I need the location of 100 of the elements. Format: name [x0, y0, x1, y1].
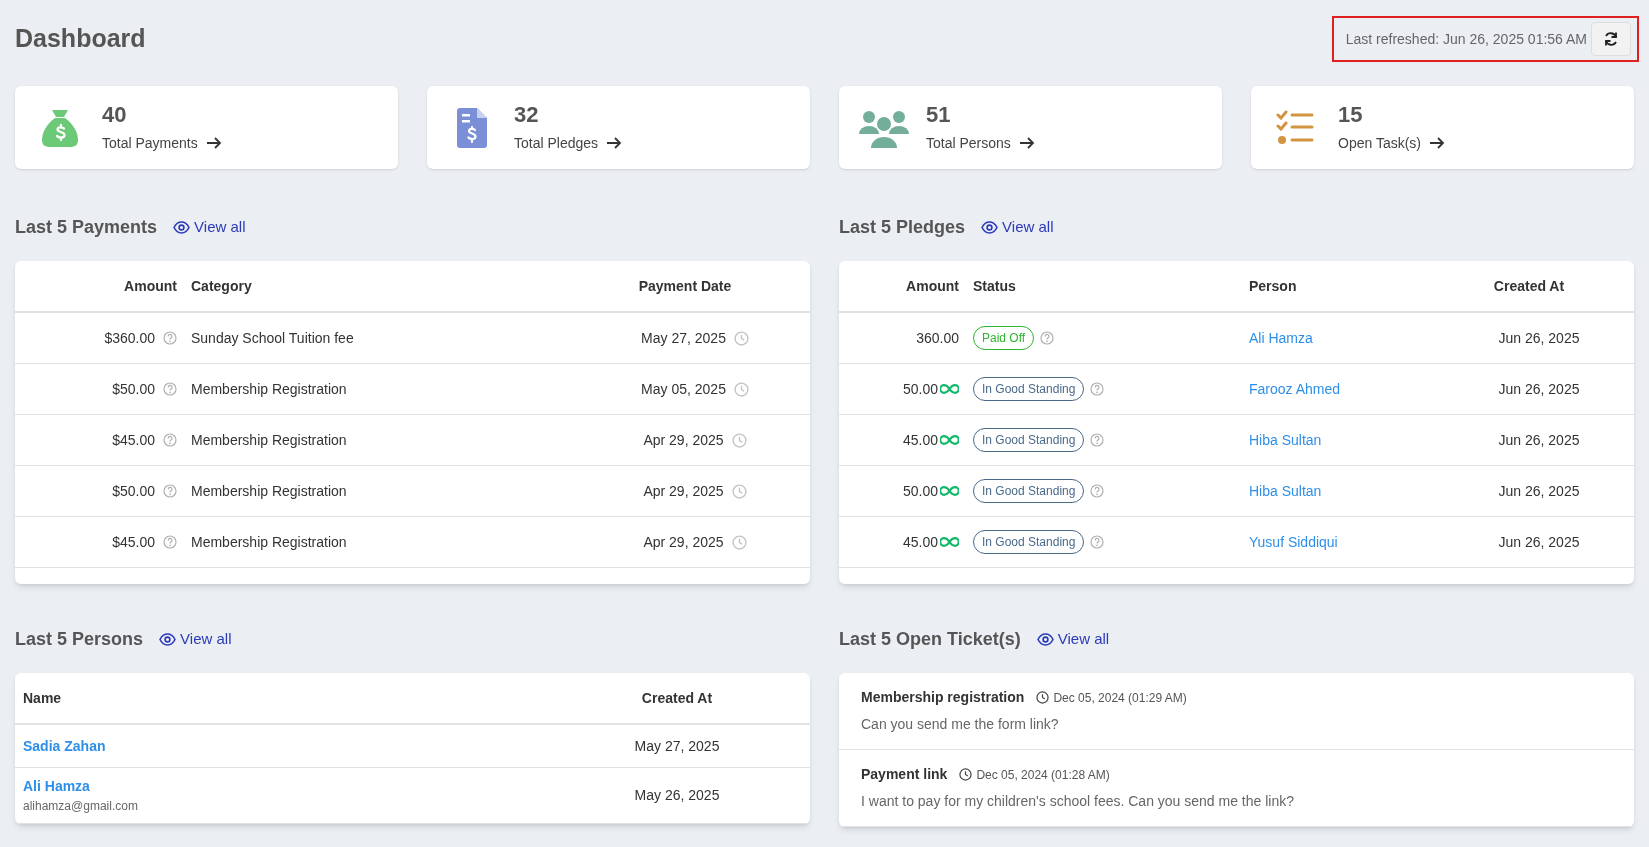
- refresh-button[interactable]: [1591, 22, 1631, 56]
- email-text: alihamza@gmail.com: [23, 798, 139, 815]
- help-icon: [163, 535, 177, 549]
- date-cell-text: Apr 29, 2025: [643, 481, 724, 501]
- arrow-right-icon: [205, 136, 222, 151]
- person-link[interactable]: Hiba Sultan: [1249, 480, 1322, 502]
- stat-card[interactable]: 32 Total Pledges: [427, 86, 810, 169]
- amount-cell-text: $50.00: [112, 379, 155, 399]
- section-title: Last 5 Pledges: [839, 215, 966, 239]
- ticket-time: Dec 05, 2024 (01:28 AM): [976, 766, 1110, 784]
- amount-cell-text: 50.00: [902, 379, 938, 399]
- stat-count: 40: [102, 101, 128, 129]
- stat-label: Total Pledges: [514, 133, 599, 153]
- infinity-icon: [940, 486, 959, 496]
- date-cell-text: Apr 29, 2025: [643, 532, 724, 552]
- ticket-message: I want to pay for my children's school fees. Can you send me the link?: [861, 792, 1295, 811]
- category-cell-text: Membership Registration: [191, 430, 348, 450]
- column-header: Category: [191, 276, 253, 296]
- category-cell-text: Membership Registration: [191, 379, 348, 399]
- amount-cell-text: 45.00: [902, 430, 938, 450]
- help-icon: [1090, 484, 1105, 498]
- column-header: Person: [1249, 276, 1298, 296]
- view-all-link[interactable]: View all: [173, 215, 246, 239]
- created-cell-text: Jun 26, 2025: [1497, 481, 1581, 501]
- stat-card[interactable]: 15 Open Task(s): [1251, 86, 1634, 169]
- column-header: Created At: [640, 688, 714, 708]
- created-cell-text: May 27, 2025: [633, 736, 721, 756]
- column-header: Amount: [123, 276, 178, 296]
- amount-cell-text: 360.00: [916, 328, 959, 348]
- person-link[interactable]: Hiba Sultan: [1249, 429, 1322, 451]
- view-all-link[interactable]: View all: [159, 627, 232, 651]
- ticket-message: Can you send me the form link?: [861, 715, 1060, 734]
- help-icon: [1040, 331, 1055, 345]
- stat-count: 32: [514, 101, 540, 129]
- clock-icon: [733, 381, 749, 397]
- help-icon: [163, 331, 177, 345]
- column-header: Amount: [905, 276, 960, 296]
- help-icon: [163, 433, 177, 447]
- eye-icon: [159, 632, 177, 646]
- section-title: Last 5 Persons: [15, 627, 144, 651]
- eye-icon: [981, 220, 999, 234]
- eye-icon: [173, 220, 191, 234]
- amount-cell-text: $50.00: [112, 481, 155, 501]
- date-cell-text: May 27, 2025: [641, 328, 726, 348]
- amount-cell-text: $360.00: [104, 328, 155, 348]
- help-icon: [1090, 535, 1105, 549]
- infinity-icon: [940, 537, 959, 547]
- stat-label: Total Persons: [926, 133, 1011, 153]
- created-cell-text: Jun 26, 2025: [1497, 379, 1581, 399]
- task-list-icon: [1276, 109, 1316, 146]
- column-header: Created At: [1492, 276, 1566, 296]
- invoice-document-icon: [457, 107, 487, 148]
- category-cell-text: Sunday School Tuition fee: [191, 328, 355, 348]
- stat-label: Open Task(s): [1338, 133, 1421, 153]
- last-refreshed-text: Last refreshed: Jun 26, 2025 01:56 AM: [1345, 29, 1587, 49]
- ticket-time: Dec 05, 2024 (01:29 AM): [1053, 689, 1187, 707]
- amount-cell-text: $45.00: [112, 532, 155, 552]
- category-cell-text: Membership Registration: [191, 481, 348, 501]
- date-cell-text: May 05, 2025: [641, 379, 726, 399]
- ticket-subject: Membership registration: [861, 688, 1025, 707]
- column-header: Name: [23, 688, 63, 708]
- arrow-right-icon: [1429, 136, 1445, 151]
- clock-icon: [731, 534, 747, 550]
- column-header: Payment Date: [637, 276, 733, 296]
- section-title: Last 5 Payments: [15, 215, 158, 239]
- infinity-icon: [940, 384, 959, 394]
- stat-label: Total Payments: [102, 133, 198, 153]
- clock-icon: [733, 330, 749, 346]
- person-link[interactable]: Farooz Ahmed: [1249, 378, 1341, 400]
- ticket-subject: Payment link: [861, 765, 948, 784]
- arrow-right-icon: [606, 136, 623, 151]
- infinity-icon: [940, 435, 959, 445]
- column-header: Status: [972, 276, 1017, 296]
- clock-icon: [731, 483, 747, 499]
- created-cell-text: Jun 26, 2025: [1497, 328, 1581, 348]
- stat-count: 51: [926, 101, 952, 129]
- created-cell-text: Jun 26, 2025: [1497, 532, 1581, 552]
- refresh-icon: [1603, 31, 1619, 47]
- eye-icon: [1036, 632, 1054, 646]
- view-all-link[interactable]: View all: [981, 215, 1054, 239]
- help-icon: [163, 382, 177, 396]
- stat-card[interactable]: 40 Total Payments: [15, 86, 398, 169]
- view-all-link[interactable]: View all: [1036, 627, 1110, 651]
- date-cell-text: Apr 29, 2025: [643, 430, 724, 450]
- created-cell-text: May 26, 2025: [633, 786, 721, 805]
- stat-card[interactable]: 51 Total Persons: [839, 86, 1222, 169]
- amount-cell-text: $45.00: [112, 430, 155, 450]
- clock-icon: [959, 768, 973, 781]
- help-icon: [1090, 433, 1105, 447]
- amount-cell-text: 45.00: [902, 532, 938, 552]
- money-bag-icon: [40, 107, 80, 148]
- stat-count: 15: [1338, 101, 1364, 129]
- section-title: Last 5 Open Ticket(s): [839, 627, 1021, 651]
- page-title: Dashboard: [15, 23, 146, 55]
- help-icon: [163, 484, 177, 498]
- help-icon: [1090, 382, 1105, 396]
- arrow-right-icon: [1018, 136, 1035, 151]
- created-cell-text: Jun 26, 2025: [1497, 430, 1581, 450]
- amount-cell-text: 50.00: [902, 481, 938, 501]
- clock-icon: [731, 432, 747, 448]
